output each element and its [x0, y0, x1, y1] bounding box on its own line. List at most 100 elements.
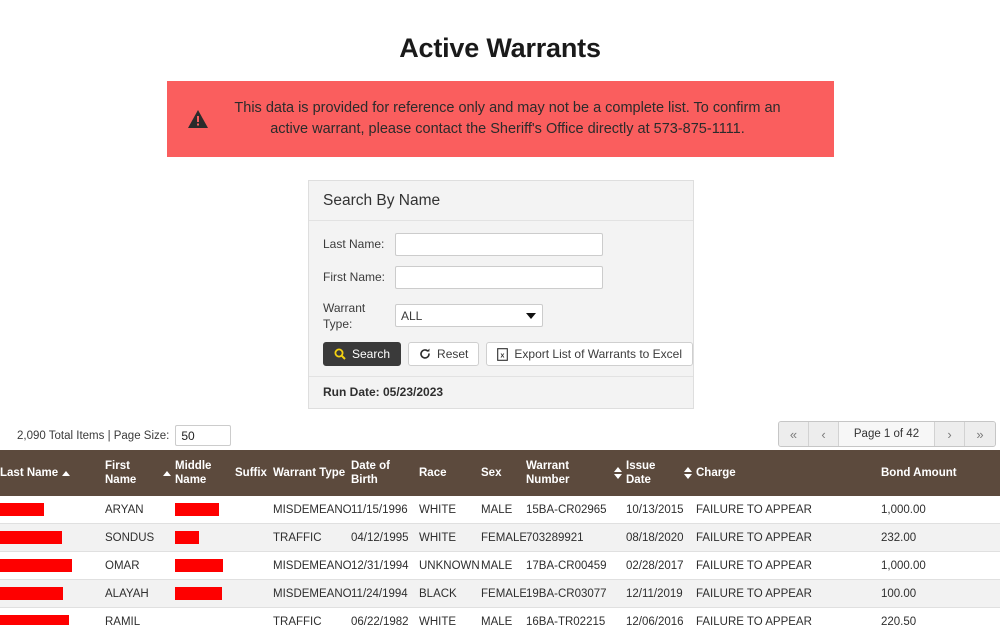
- column-label: Race: [419, 466, 447, 479]
- cell-date-of-birth: 06/22/1982: [351, 607, 419, 625]
- column-header-sex[interactable]: Sex: [481, 450, 526, 496]
- cell-race: UNKNOWN: [419, 551, 481, 580]
- cell-suffix: [235, 496, 273, 524]
- cell-suffix: [235, 551, 273, 580]
- page-indicator: Page 1 of 42: [839, 422, 935, 446]
- redaction-bar: [0, 559, 72, 572]
- sort-both-icon: [614, 467, 622, 479]
- cell-middle-name: [175, 607, 235, 625]
- cell-suffix: [235, 523, 273, 552]
- cell-sex: MALE: [481, 551, 526, 580]
- last-name-row: Last Name:: [323, 233, 679, 256]
- warrant-type-select[interactable]: ALL: [395, 304, 543, 328]
- first-name-row: First Name:: [323, 266, 679, 289]
- cell-issue-date: 12/11/2019: [626, 579, 696, 608]
- previous-page-button[interactable]: ‹: [809, 422, 839, 446]
- column-label: Issue Date: [626, 459, 656, 486]
- column-label: Sex: [481, 466, 502, 479]
- cell-middle-name: [175, 523, 235, 552]
- cell-first-name: SONDUS: [105, 523, 175, 552]
- cell-first-name: ARYAN: [105, 496, 175, 524]
- pagination: « ‹ Page 1 of 42 › »: [778, 421, 996, 447]
- column-header-warrant-type[interactable]: Warrant Type: [273, 450, 351, 496]
- page-size-input[interactable]: [175, 425, 232, 446]
- last-name-input[interactable]: [395, 233, 603, 256]
- reset-button[interactable]: Reset: [408, 342, 480, 367]
- column-header-bond-amount[interactable]: Bond Amount: [881, 450, 1000, 496]
- column-header-charge[interactable]: Charge: [696, 450, 881, 496]
- last-name-label: Last Name:: [323, 236, 385, 251]
- cell-date-of-birth: 11/15/1996: [351, 496, 419, 524]
- cell-warrant-number: 17BA-CR00459: [526, 551, 626, 580]
- column-header-middle-name[interactable]: Middle Name: [175, 450, 235, 496]
- redaction-bar: [0, 587, 63, 600]
- cell-warrant-type: MISDEMEANOR: [273, 496, 351, 524]
- page-title: Active Warrants: [399, 33, 601, 63]
- cell-warrant-number: 16BA-TR02215: [526, 607, 626, 625]
- cell-issue-date: 10/13/2015: [626, 496, 696, 524]
- export-to-excel-button[interactable]: x Export List of Warrants to Excel: [486, 342, 694, 367]
- first-name-label: First Name:: [323, 269, 386, 284]
- warrant-type-select-wrap: ALL: [395, 304, 543, 328]
- last-page-button[interactable]: »: [965, 422, 995, 446]
- column-label: Suffix: [235, 466, 267, 479]
- sort-ascending-icon: [62, 470, 71, 476]
- table-header: Last Name First Name Middle Name Suffix …: [0, 450, 1000, 496]
- cell-warrant-number: 15BA-CR02965: [526, 496, 626, 524]
- cell-race: BLACK: [419, 579, 481, 608]
- search-button[interactable]: Search: [323, 342, 402, 367]
- table-row[interactable]: RAMIL TRAFFIC 06/22/1982 WHITE MALE 16BA-TR02…: [0, 607, 1000, 625]
- refresh-icon: [419, 348, 437, 360]
- cell-suffix: [235, 579, 273, 608]
- export-button-label: Export List of Warrants to Excel: [514, 347, 683, 362]
- header-row: Last Name First Name Middle Name Suffix …: [0, 450, 1000, 496]
- redaction-bar: [175, 531, 199, 544]
- cell-date-of-birth: 12/31/1994: [351, 551, 419, 580]
- table-row[interactable]: ALAYAH MISDEMEANOR11/24/1994BLACKFEMALE19…: [0, 579, 1000, 608]
- column-header-suffix[interactable]: Suffix: [235, 450, 273, 496]
- cell-last-name: [0, 579, 105, 608]
- column-label: First Name: [105, 459, 137, 486]
- column-header-first-name[interactable]: First Name: [105, 450, 175, 496]
- column-header-race[interactable]: Race: [419, 450, 481, 496]
- cell-sex: FEMALE: [481, 523, 526, 552]
- cell-bond-amount: 232.00: [881, 523, 1000, 552]
- first-page-button[interactable]: «: [779, 422, 809, 446]
- cell-bond-amount: 100.00: [881, 579, 1000, 608]
- cell-bond-amount: 220.50: [881, 607, 1000, 625]
- active-warrants-page: Active Warrants This data is provided fo…: [0, 0, 1000, 625]
- column-label: Middle Name: [175, 459, 212, 486]
- warrants-table: Last Name First Name Middle Name Suffix …: [0, 450, 1000, 625]
- run-date: Run Date: 05/23/2023: [309, 376, 693, 408]
- table-row[interactable]: ARYAN MISDEMEANOR11/15/1996WHITEMALE15BA-…: [0, 496, 1000, 524]
- column-label: Warrant Type: [273, 466, 346, 479]
- cell-warrant-type: MISDEMEANOR: [273, 579, 351, 608]
- cell-sex: MALE: [481, 607, 526, 625]
- column-label: Warrant Number: [526, 459, 570, 486]
- column-header-last-name[interactable]: Last Name: [0, 450, 105, 496]
- excel-file-icon: x: [497, 347, 514, 361]
- cell-first-name: OMAR: [105, 551, 175, 580]
- column-header-issue-date[interactable]: Issue Date: [626, 450, 696, 496]
- table-row[interactable]: SONDUS TRAFFIC 04/12/1995 WHITE FEMALE 703289…: [0, 523, 1000, 552]
- redaction-bar: [175, 587, 222, 600]
- cell-bond-amount: 1,000.00: [881, 551, 1000, 580]
- redaction-bar: [0, 531, 62, 544]
- cell-race: WHITE: [419, 607, 481, 625]
- cell-charge: FAILURE TO APPEAR: [696, 551, 881, 580]
- redaction-bar: [175, 503, 219, 516]
- cell-charge: FAILURE TO APPEAR: [696, 523, 881, 552]
- first-name-input[interactable]: [395, 266, 603, 289]
- table-body: ARYANMISDEMEANOR11/15/1996WHITEMALE15BA-…: [0, 496, 1000, 625]
- redaction-bar: [0, 615, 69, 625]
- column-header-warrant-number[interactable]: Warrant Number: [526, 450, 626, 496]
- search-button-label: Search: [352, 347, 391, 362]
- cell-last-name: [0, 551, 105, 580]
- column-header-date-of-birth[interactable]: Date of Birth: [351, 450, 419, 496]
- cell-last-name: [0, 607, 105, 625]
- table-row[interactable]: OMAR MISDEMEANOR12/31/1994UNKNOWNMALE17BA…: [0, 551, 1000, 580]
- next-page-button[interactable]: ›: [935, 422, 965, 446]
- cell-bond-amount: 1,000.00: [881, 496, 1000, 524]
- cell-warrant-number: 19BA-CR03077: [526, 579, 626, 608]
- total-items-label: 2,090 Total Items | Page Size:: [17, 429, 170, 442]
